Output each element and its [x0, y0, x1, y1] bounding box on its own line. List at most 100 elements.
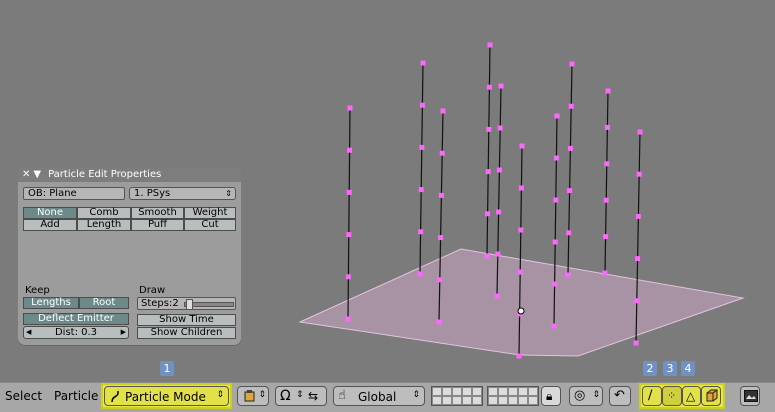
hair-key-point[interactable]: [496, 209, 502, 215]
hair-key-point[interactable]: [565, 272, 571, 278]
hair-key-point[interactable]: [635, 256, 641, 262]
show-children-button[interactable]: Show Children: [137, 327, 236, 339]
hair-key-point[interactable]: [437, 277, 443, 283]
increment-arrow-icon[interactable]: ▶: [121, 327, 126, 338]
hair-key-point[interactable]: [346, 189, 352, 195]
hair-key-point[interactable]: [347, 105, 353, 111]
brush-add-button[interactable]: Add: [23, 219, 77, 231]
lock-layers-button[interactable]: 🔒︎: [541, 386, 561, 406]
hair-strand[interactable]: [604, 90, 609, 274]
layer-grid-left[interactable]: [431, 386, 483, 406]
hair-key-point[interactable]: [602, 270, 608, 276]
hair-key-point[interactable]: [347, 147, 353, 153]
proportional-edit-menu[interactable]: ◎ ⇕: [569, 386, 603, 406]
brush-weight-button[interactable]: Weight: [184, 207, 236, 219]
hair-key-point[interactable]: [440, 108, 446, 114]
mode-menu[interactable]: Particle Mode ⇕: [104, 386, 229, 406]
hair-key-point[interactable]: [486, 126, 492, 132]
steps-slider[interactable]: Steps:2: [137, 297, 236, 310]
layer-grid-right[interactable]: [487, 386, 539, 406]
keep-root-button[interactable]: Root: [79, 297, 129, 309]
hair-key-point[interactable]: [519, 143, 525, 149]
hair-key-point[interactable]: [635, 213, 641, 219]
hair-key-point[interactable]: [345, 274, 351, 280]
select-menu[interactable]: Select: [5, 389, 42, 403]
hair-key-point[interactable]: [418, 229, 424, 235]
panel-header[interactable]: ✕ ▼ Particle Edit Properties: [18, 167, 241, 182]
brush-length-button[interactable]: Length: [77, 219, 131, 231]
decrement-arrow-icon[interactable]: ◀: [26, 327, 31, 338]
hair-key-point[interactable]: [516, 353, 522, 359]
hair-key-point[interactable]: [485, 169, 491, 175]
hair-key-point[interactable]: [497, 125, 503, 131]
orientation-menu[interactable]: ☝ Global ⇕: [333, 386, 425, 406]
path-select-button[interactable]: ∕: [642, 386, 662, 406]
render-button[interactable]: [740, 386, 760, 406]
hair-key-point[interactable]: [517, 269, 523, 275]
hair-strand[interactable]: [347, 107, 351, 320]
hair-key-point[interactable]: [487, 42, 493, 48]
hair-key-point[interactable]: [633, 340, 639, 346]
hair-key-point[interactable]: [552, 281, 558, 287]
dist-number-field[interactable]: ◀ Dist: 0.3 ▶: [23, 326, 129, 339]
hair-key-point[interactable]: [604, 124, 610, 130]
mirror-button[interactable]: ↶: [609, 386, 631, 406]
show-time-button[interactable]: Show Time: [137, 314, 236, 326]
psys-menu[interactable]: 1. PSys ⇕: [129, 187, 236, 200]
hair-key-point[interactable]: [567, 188, 573, 194]
hair-key-point[interactable]: [438, 192, 444, 198]
hair-key-point[interactable]: [637, 129, 643, 135]
hair-key-point[interactable]: [495, 251, 501, 257]
hair-key-point[interactable]: [417, 271, 423, 277]
hair-key-point[interactable]: [603, 197, 609, 203]
hair-key-point[interactable]: [552, 239, 558, 245]
hair-strand[interactable]: [567, 63, 573, 276]
close-icon[interactable]: ✕: [22, 169, 30, 180]
emitter-plane[interactable]: [298, 248, 745, 357]
hair-key-point[interactable]: [553, 155, 559, 161]
hair-key-point[interactable]: [498, 83, 504, 89]
hair-key-point[interactable]: [569, 61, 575, 67]
brush-puff-button[interactable]: Puff: [131, 219, 184, 231]
keep-lengths-button[interactable]: Lengths: [23, 297, 79, 309]
brush-smooth-button[interactable]: Smooth: [131, 207, 184, 219]
hair-strand[interactable]: [419, 62, 424, 275]
draw-type-menu[interactable]: ⇕: [237, 386, 269, 406]
hair-strand[interactable]: [486, 44, 491, 257]
brush-comb-button[interactable]: Comb: [77, 207, 131, 219]
hair-key-point[interactable]: [568, 103, 574, 109]
slider-knob[interactable]: [186, 299, 193, 310]
hair-key-point[interactable]: [486, 84, 492, 90]
hair-key-point[interactable]: [436, 319, 442, 325]
hair-key-point[interactable]: [484, 253, 490, 259]
hair-key-point[interactable]: [604, 161, 610, 167]
deflect-emitter-button[interactable]: Deflect Emitter: [23, 313, 129, 325]
hair-key-point[interactable]: [420, 60, 426, 66]
hair-key-point[interactable]: [494, 293, 500, 299]
hair-key-point[interactable]: [566, 230, 572, 236]
hair-key-point[interactable]: [438, 235, 444, 241]
hair-key-point[interactable]: [553, 197, 559, 203]
hair-key-point[interactable]: [551, 323, 557, 329]
hair-key-point[interactable]: [518, 185, 524, 191]
brush-cut-button[interactable]: Cut: [184, 219, 236, 231]
tip-select-button[interactable]: △: [682, 386, 701, 406]
snap-target-icon[interactable]: ⇆: [308, 389, 318, 403]
particle-menu[interactable]: Particle: [54, 389, 98, 403]
hide-button[interactable]: [701, 386, 721, 406]
hair-key-point[interactable]: [554, 113, 560, 119]
hair-key-point[interactable]: [419, 144, 425, 150]
hair-key-point[interactable]: [419, 102, 425, 108]
hair-key-point[interactable]: [346, 232, 352, 238]
hair-key-point[interactable]: [567, 145, 573, 151]
brush-none-button[interactable]: None: [23, 207, 77, 219]
hair-key-point[interactable]: [603, 234, 609, 240]
object-name-field[interactable]: OB: Plane: [23, 187, 125, 200]
hair-key-point[interactable]: [418, 187, 424, 193]
hair-key-point[interactable]: [636, 171, 642, 177]
hair-key-point[interactable]: [496, 167, 502, 173]
magnet-icon[interactable]: Ω: [280, 388, 291, 404]
hair-key-point[interactable]: [485, 211, 491, 217]
hair-key-point[interactable]: [634, 298, 640, 304]
hair-key-point[interactable]: [439, 150, 445, 156]
